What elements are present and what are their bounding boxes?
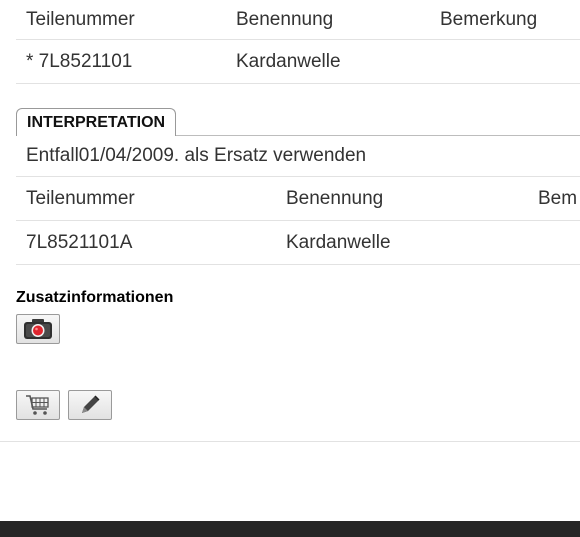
column-header-designation: Benennung	[236, 8, 334, 30]
camera-icon	[24, 319, 52, 339]
interpretation-text: Entfall01/04/2009. als Ersatz verwenden	[26, 145, 367, 166]
shopping-cart-icon	[26, 395, 49, 415]
edit-button[interactable]	[68, 390, 112, 420]
designation-cell: Kardanwelle	[236, 50, 341, 72]
column-header-remark: Bemerkung	[440, 8, 538, 30]
column-header-remark: Bem	[538, 187, 578, 209]
table-row[interactable]: * 7L8521101 Kardanwelle	[16, 40, 580, 84]
pencil-icon	[82, 395, 100, 413]
parts-detail-page: Teilenummer Benennung Bemerkung * 7L8521…	[0, 0, 580, 537]
column-header-part-number: Teilenummer	[26, 187, 135, 209]
table-header: Teilenummer Benennung Bem	[16, 177, 580, 221]
additional-info-title: Zusatzinformationen	[16, 289, 174, 306]
table-row[interactable]: 7L8521101A Kardanwelle	[16, 221, 580, 265]
column-header-designation: Benennung	[286, 187, 384, 209]
add-to-cart-button[interactable]	[16, 390, 60, 420]
part-number-cell[interactable]: 7L8521101A	[26, 232, 132, 254]
table-header: Teilenummer Benennung Bemerkung	[16, 0, 580, 40]
interpretation-tab[interactable]: INTERPRETATION	[16, 108, 177, 136]
interpretation-text-row: Entfall01/04/2009. als Ersatz verwenden	[16, 136, 580, 177]
camera-button[interactable]	[16, 314, 60, 344]
page-footer	[0, 521, 580, 537]
designation-cell: Kardanwelle	[286, 231, 391, 253]
section-divider	[0, 441, 580, 442]
part-number-cell[interactable]: * 7L8521101	[26, 51, 132, 73]
column-header-part-number: Teilenummer	[26, 8, 135, 30]
